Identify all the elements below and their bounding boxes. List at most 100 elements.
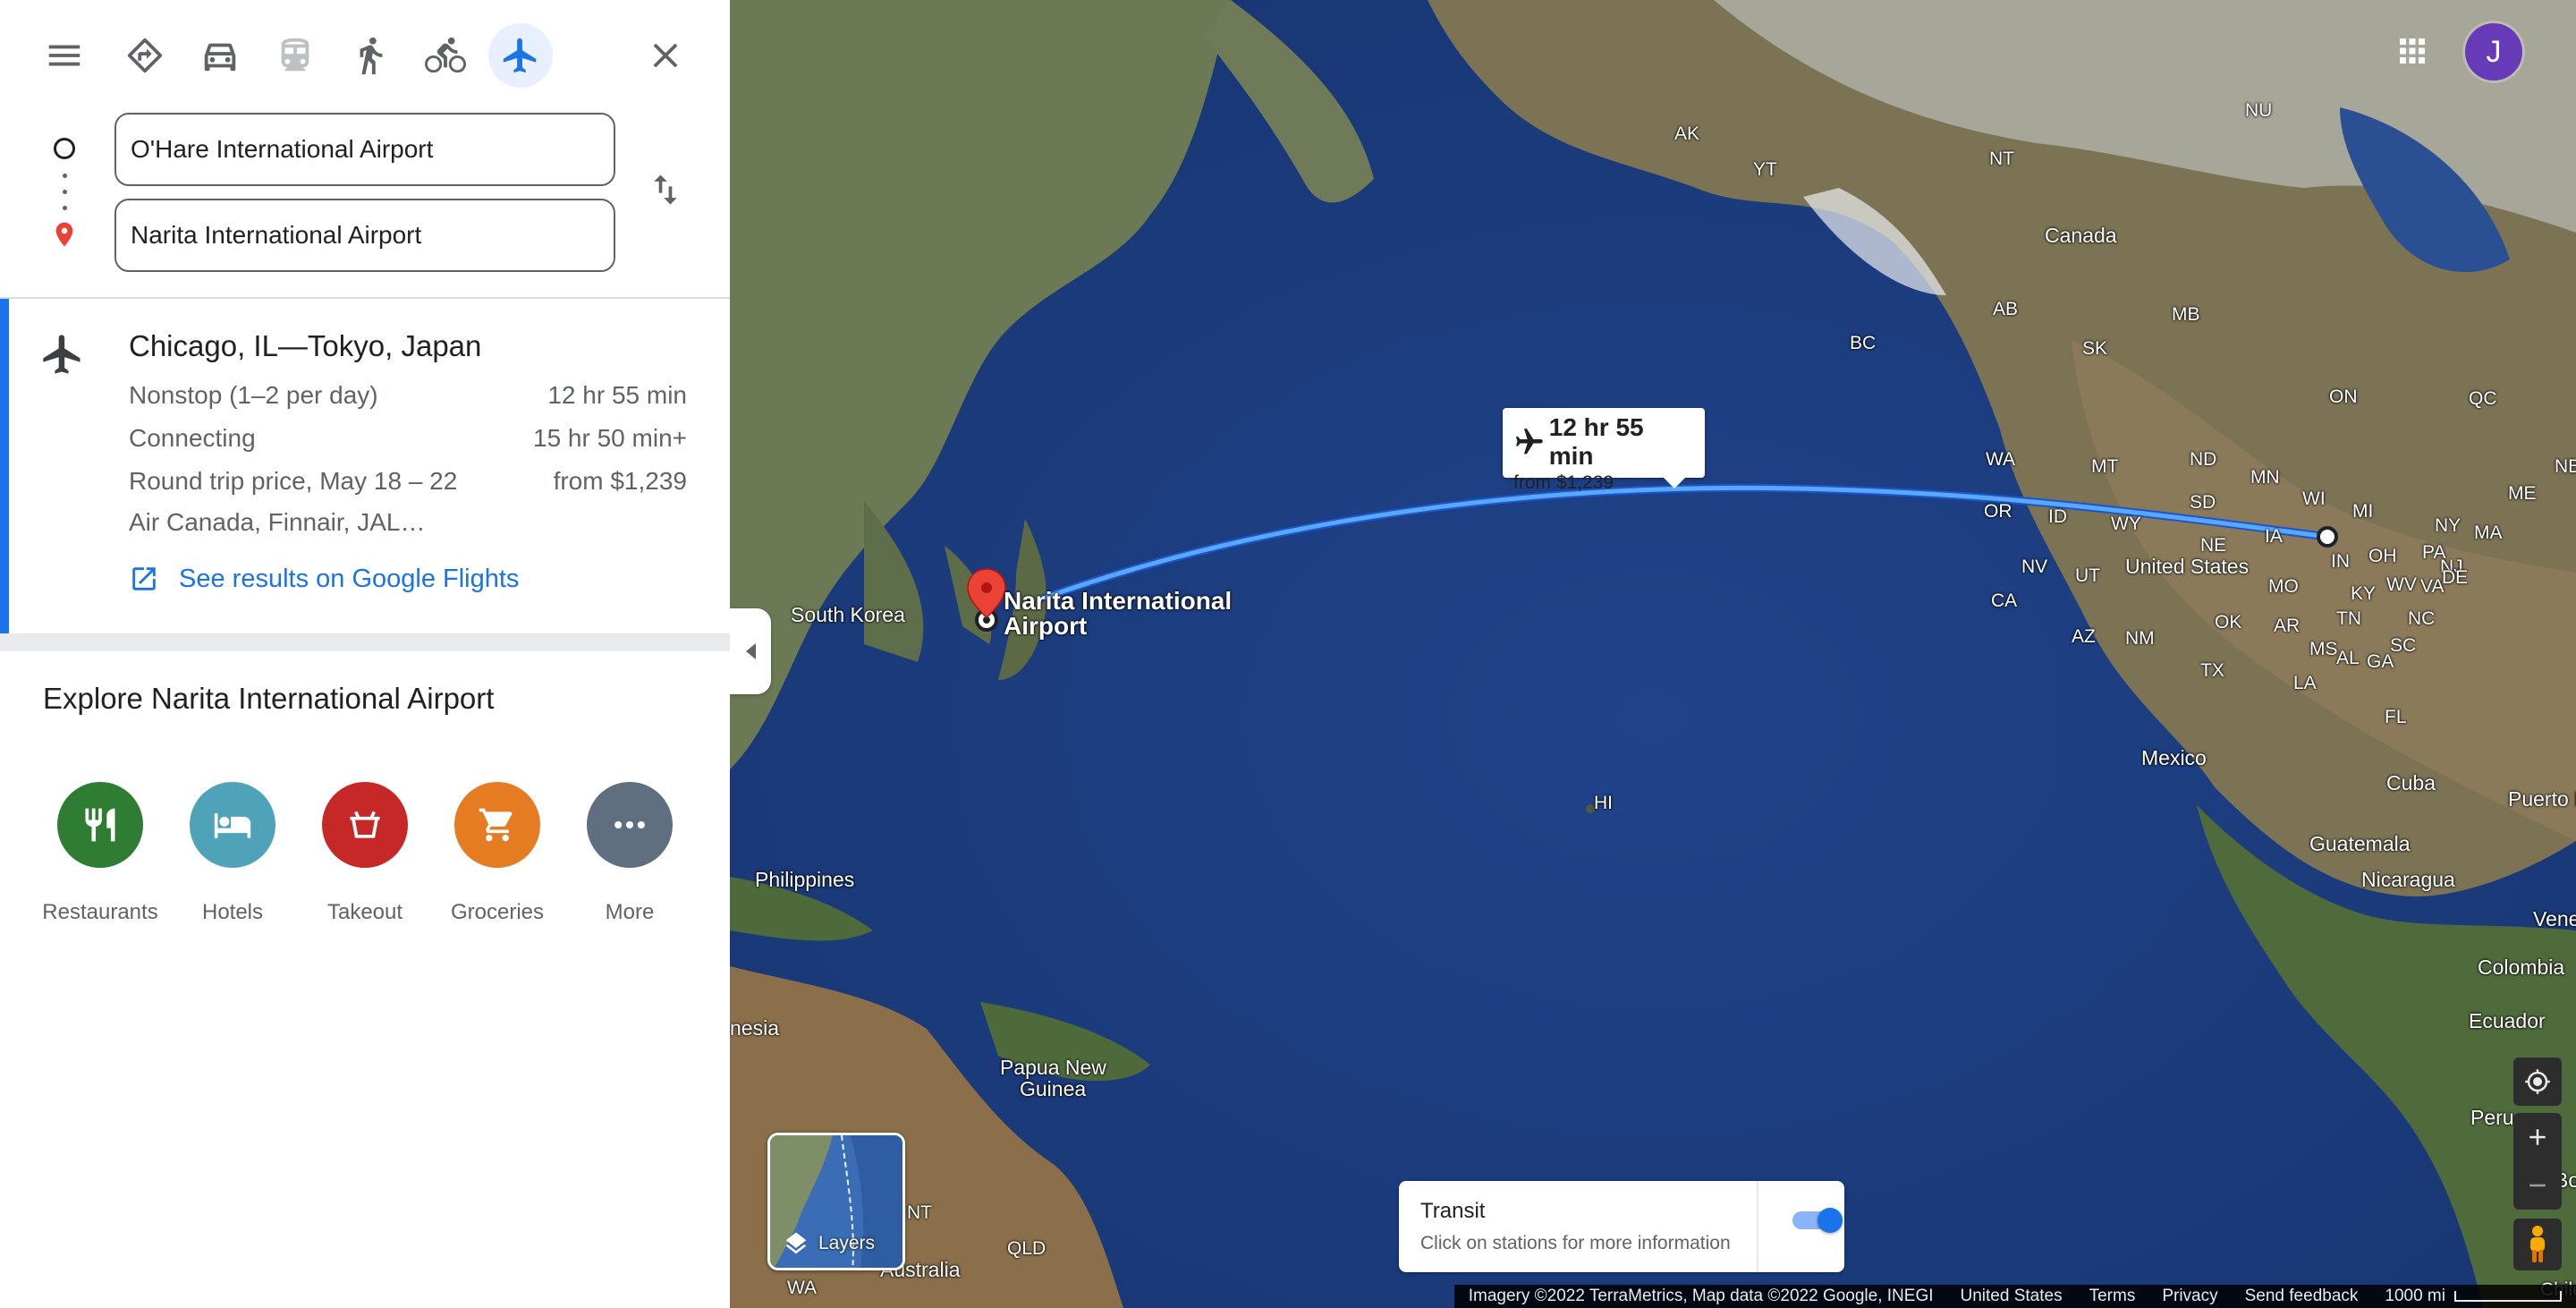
map-label: NB (2555, 456, 2576, 477)
map-label: Guatemala (2309, 832, 2411, 855)
map-label: Peru (2470, 1106, 2514, 1129)
row-value: from $1,239 (553, 467, 687, 495)
map-label: ON (2329, 386, 2358, 407)
google-flights-link[interactable]: See results on Google Flights (129, 564, 519, 594)
map-label: VA (2420, 576, 2445, 597)
map-label: nesia (730, 1016, 779, 1040)
map-label: MS (2309, 639, 2338, 659)
map-label: ME (2508, 483, 2537, 504)
map-label: MA (2474, 522, 2503, 543)
category-takeout[interactable]: Takeout (299, 782, 431, 925)
map-label: WA (787, 1278, 818, 1298)
category-restaurants[interactable]: Restaurants (34, 782, 166, 925)
map-label: Venezue (2533, 907, 2576, 930)
chevron-left-icon (745, 643, 756, 659)
map-label: CA (1991, 590, 2018, 611)
map-label: YT (1753, 159, 1777, 180)
walking-mode-button[interactable] (338, 23, 402, 88)
transit-toggle[interactable] (1792, 1208, 1843, 1233)
map-label: ND (2190, 449, 2217, 470)
airlines-list: Air Canada, Finnair, JAL… (129, 508, 426, 536)
divider (1757, 1181, 1758, 1272)
map-label: ID (2048, 506, 2067, 527)
map-label: NM (2125, 628, 2155, 649)
map-label: SD (2190, 492, 2216, 513)
route-callout[interactable]: 12 hr 55 min from $1,239 (1503, 408, 1705, 493)
section-separator (0, 633, 730, 651)
layers-button[interactable]: Layers (767, 1133, 905, 1270)
category-label: Groceries (450, 900, 545, 924)
travel-mode-bar (0, 0, 730, 111)
street-view-pegman[interactable] (2513, 1219, 2562, 1270)
scale-bar[interactable]: 1000 mi (2385, 1287, 2562, 1306)
close-directions-button[interactable] (633, 23, 698, 88)
flight-route-card[interactable]: Chicago, IL—Tokyo, Japan Nonstop (1–2 pe… (0, 299, 730, 633)
nonstop-row: Nonstop (1–2 per day) 12 hr 55 min (129, 381, 687, 410)
cycling-mode-button[interactable] (413, 23, 478, 88)
destination-label-line2: Airport (1004, 612, 1088, 640)
category-label: More (605, 900, 655, 924)
close-icon (653, 43, 678, 68)
directions-icon (127, 38, 163, 73)
flight-icon (43, 335, 80, 374)
map-label: Papua New (1000, 1056, 1106, 1079)
google-apps-button[interactable] (2394, 32, 2431, 70)
directions-panel: Chicago, IL—Tokyo, Japan Nonstop (1–2 pe… (0, 0, 730, 1308)
map-label: WY (2111, 514, 2141, 534)
map-label: HI (1594, 793, 1613, 813)
map-label: IN (2331, 551, 2350, 572)
map-label: WI (2302, 488, 2326, 509)
open-in-new-icon (132, 567, 156, 590)
zoom-out-button[interactable] (2513, 1161, 2562, 1210)
category-label: Hotels (201, 900, 264, 924)
map-label: TX (2200, 660, 2224, 681)
send-feedback-link[interactable]: Send feedback (2245, 1287, 2359, 1306)
route-flight-icon-wrap (39, 331, 86, 378)
map-label: NT (1989, 149, 2014, 169)
price-row: Round trip price, May 18 – 22 from $1,23… (129, 467, 687, 496)
transit-mode-button[interactable] (263, 23, 327, 88)
car-icon (204, 43, 236, 72)
category-label: Restaurants (42, 900, 158, 924)
swap-button[interactable] (633, 157, 698, 222)
satellite-background (730, 0, 2576, 1308)
driving-mode-button[interactable] (188, 23, 252, 88)
row-label: Nonstop (1–2 per day) (129, 381, 378, 409)
my-location-button[interactable] (2513, 1057, 2562, 1106)
explore-title: Explore Narita International Airport (43, 682, 495, 715)
map-canvas[interactable]: AK YT NT NU Canada BC AB SK MB ON QC NB … (730, 0, 2576, 1308)
menu-button[interactable] (32, 23, 97, 88)
more-circle (587, 782, 673, 868)
route-inputs (0, 111, 730, 299)
map-label: MO (2268, 576, 2299, 597)
country-link[interactable]: United States (1961, 1287, 2063, 1306)
map-label: OR (1984, 501, 2012, 522)
best-route-button[interactable] (113, 23, 177, 88)
map-label: FL (2385, 707, 2407, 727)
transit-subtitle: Click on stations for more information (1420, 1233, 1731, 1253)
destination-input[interactable] (114, 199, 615, 272)
connecting-row: Connecting 15 hr 50 min+ (129, 424, 687, 453)
hotels-circle (190, 782, 275, 868)
map-label: Guinea (1020, 1077, 1087, 1100)
terms-link[interactable]: Terms (2089, 1287, 2136, 1306)
map-label: KY (2351, 583, 2377, 604)
account-avatar[interactable]: J (2465, 23, 2522, 81)
bike-icon (425, 37, 466, 73)
map-label: Canada (2045, 224, 2117, 247)
map-label: NU (2245, 100, 2273, 121)
category-hotels[interactable]: Hotels (166, 782, 299, 925)
groceries-circle (454, 782, 540, 868)
map-label: DE (2442, 567, 2469, 588)
zoom-in-button[interactable] (2513, 1113, 2562, 1161)
origin-input[interactable] (114, 113, 615, 186)
category-groceries[interactable]: Groceries (431, 782, 564, 925)
collapse-panel-button[interactable] (730, 608, 771, 694)
privacy-link[interactable]: Privacy (2162, 1287, 2217, 1306)
map-label: QC (2469, 388, 2497, 409)
menu-icon (48, 45, 80, 66)
selected-route-bar (0, 299, 9, 633)
flight-mode-button[interactable] (488, 23, 553, 88)
category-more[interactable]: More (564, 782, 696, 925)
destination-map-label[interactable]: Narita International Airport (1004, 589, 1232, 639)
